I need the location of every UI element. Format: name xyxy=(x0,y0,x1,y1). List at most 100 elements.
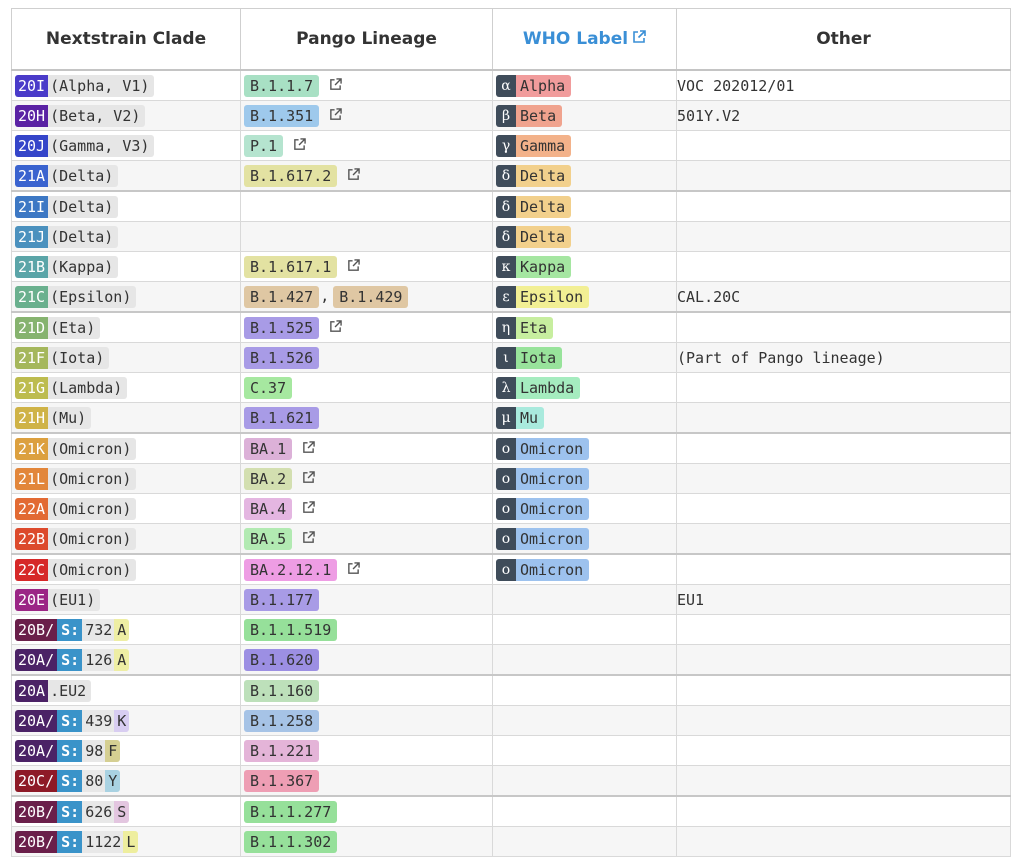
pango-cell: B.1.1.277 xyxy=(240,795,493,827)
clade-tag[interactable]: 20B/S: 626 S xyxy=(15,800,130,823)
table-row: 21H (Mu) B.1.621 μ Mu xyxy=(11,402,1011,434)
clade-tag[interactable]: 21K (Omicron) xyxy=(15,437,137,460)
pango-lineage-tag[interactable]: B.1.525 xyxy=(244,316,320,339)
table-row: 21K (Omicron) BA.1 ο Omicron xyxy=(11,432,1011,464)
pango-lineage-tag[interactable]: B.1.620 xyxy=(244,648,320,671)
external-link-icon[interactable] xyxy=(347,258,361,276)
other-cell xyxy=(676,432,1011,464)
pango-lineage-tag[interactable]: B.1.351 xyxy=(244,104,320,127)
clade-tag[interactable]: 21I (Delta) xyxy=(15,195,119,218)
pango-lineage-tag[interactable]: B.1.617.2 xyxy=(244,164,338,187)
pango-lineage-tag[interactable]: B.1.177 xyxy=(244,588,320,611)
pango-lineage-tag[interactable]: B.1.617.1 xyxy=(244,255,338,278)
spike-residue: S xyxy=(114,800,130,823)
header-pango-lineage: Pango Lineage xyxy=(240,8,493,71)
table-row: 20A/S: 126 A B.1.620 xyxy=(11,644,1011,676)
pango-lineage-tag[interactable]: B.1.526 xyxy=(244,346,320,369)
who-label-cell xyxy=(492,644,677,676)
clade-cell: 21G (Lambda) xyxy=(11,372,241,403)
other-cell xyxy=(676,674,1011,706)
clade-tag[interactable]: 20C/S: 80 Y xyxy=(15,769,121,792)
external-link-icon[interactable] xyxy=(302,440,315,458)
clade-tag[interactable]: 20E (EU1) xyxy=(15,588,101,611)
pango-lineage-tag[interactable]: B.1.621 xyxy=(244,406,320,429)
clade-tag[interactable]: 20I (Alpha, V1) xyxy=(15,74,155,97)
external-link-icon[interactable] xyxy=(347,167,361,185)
pango-lineage-tag[interactable]: BA.2 xyxy=(244,467,293,490)
external-link-icon[interactable] xyxy=(293,137,306,155)
clade-tag[interactable]: 20A .EU2 xyxy=(15,679,92,702)
clade-tag[interactable]: 21C (Epsilon) xyxy=(15,285,137,308)
external-link-icon[interactable] xyxy=(347,561,361,579)
clade-tag[interactable]: 21J (Delta) xyxy=(15,225,119,248)
clade-tag[interactable]: 20B/S: 1122 L xyxy=(15,830,139,853)
clade-tag[interactable]: 21H (Mu) xyxy=(15,406,92,429)
header-who-label[interactable]: WHO Label xyxy=(492,8,677,71)
who-label-cell xyxy=(492,614,677,645)
who-greek-glyph: ο xyxy=(496,527,516,550)
clade-tag[interactable]: 20J (Gamma, V3) xyxy=(15,134,155,157)
who-label-cell xyxy=(492,765,677,797)
clade-tag[interactable]: 21F (Iota) xyxy=(15,346,110,369)
other-cell xyxy=(676,765,1011,797)
clade-tag[interactable]: 20H (Beta, V2) xyxy=(15,104,146,127)
table-row: 21L (Omicron) BA.2 ο Omicron xyxy=(11,463,1011,494)
clade-name: (Omicron) xyxy=(48,497,137,520)
clade-code: 21F xyxy=(15,346,49,369)
clade-name: (Alpha, V1) xyxy=(48,74,155,97)
pango-lineage-tag[interactable]: BA.1 xyxy=(244,437,293,460)
clade-tag[interactable]: 20B/S: 732 A xyxy=(15,618,130,641)
other-cell xyxy=(676,553,1011,585)
clade-cell: 21J (Delta) xyxy=(11,221,241,252)
clade-tag[interactable]: 21D (Eta) xyxy=(15,316,101,339)
clade-code: 21K xyxy=(15,437,49,460)
pango-lineage-tag[interactable]: B.1.1.519 xyxy=(244,618,338,641)
who-greek-glyph: δ xyxy=(496,195,516,218)
pango-lineage-tag[interactable]: BA.2.12.1 xyxy=(244,558,338,581)
clade-tag[interactable]: 20A/S: 126 A xyxy=(15,648,130,671)
spike-position: 732 xyxy=(82,618,115,641)
clade-name: (Kappa) xyxy=(48,255,119,278)
clade-tag[interactable]: 22A (Omicron) xyxy=(15,497,137,520)
pango-lineage-tag[interactable]: BA.5 xyxy=(244,527,293,550)
clade-tag[interactable]: 22C (Omicron) xyxy=(15,558,137,581)
who-greek-glyph: ε xyxy=(496,285,516,308)
who-greek-glyph: κ xyxy=(496,255,516,278)
clade-tag[interactable]: 21L (Omicron) xyxy=(15,467,137,490)
pango-lineage-tag[interactable]: B.1.1.7 xyxy=(244,74,320,97)
external-link-icon[interactable] xyxy=(632,29,646,49)
pango-lineage-tag[interactable]: C.37 xyxy=(244,376,293,399)
pango-lineage-tag[interactable]: B.1.160 xyxy=(244,679,320,702)
pango-lineage-tag[interactable]: P.1 xyxy=(244,134,284,157)
clade-cell: 20B/S: 732 A xyxy=(11,614,241,645)
who-greek-glyph: δ xyxy=(496,225,516,248)
external-link-icon[interactable] xyxy=(302,500,315,518)
clade-tag[interactable]: 21B (Kappa) xyxy=(15,255,119,278)
clade-code: 20C/ xyxy=(15,769,58,792)
external-link-icon[interactable] xyxy=(302,470,315,488)
external-link-icon[interactable] xyxy=(329,77,342,95)
pango-lineage-tag[interactable]: B.1.258 xyxy=(244,709,320,732)
pango-lineage-tag[interactable]: B.1.367 xyxy=(244,769,320,792)
clade-tag[interactable]: 21A (Delta) xyxy=(15,164,119,187)
who-label-cell: δ Delta xyxy=(492,190,677,222)
external-link-icon[interactable] xyxy=(302,530,315,548)
clade-tag[interactable]: 20A/S: 98 F xyxy=(15,739,121,762)
other-cell xyxy=(676,705,1011,736)
clade-tag[interactable]: 22B (Omicron) xyxy=(15,527,137,550)
pango-lineage-tag[interactable]: B.1.221 xyxy=(244,739,320,762)
clade-tag[interactable]: 20A/S: 439 K xyxy=(15,709,130,732)
spike-label: S: xyxy=(57,618,83,641)
external-link-icon[interactable] xyxy=(329,319,342,337)
pango-lineage-tag[interactable]: B.1.429 xyxy=(333,285,409,308)
table-row: 20A/S: 439 K B.1.258 xyxy=(11,705,1011,736)
external-link-icon[interactable] xyxy=(329,107,342,125)
pango-lineage-tag[interactable]: BA.4 xyxy=(244,497,293,520)
pango-lineage-tag[interactable]: B.1.427 xyxy=(244,285,320,308)
pango-lineage-tag[interactable]: B.1.1.302 xyxy=(244,830,338,853)
who-label-link[interactable]: WHO Label xyxy=(523,29,628,49)
who-label-cell: ο Omicron xyxy=(492,493,677,524)
pango-lineage-tag[interactable]: B.1.1.277 xyxy=(244,800,338,823)
clade-cell: 20I (Alpha, V1) xyxy=(11,69,241,101)
clade-tag[interactable]: 21G (Lambda) xyxy=(15,376,128,399)
